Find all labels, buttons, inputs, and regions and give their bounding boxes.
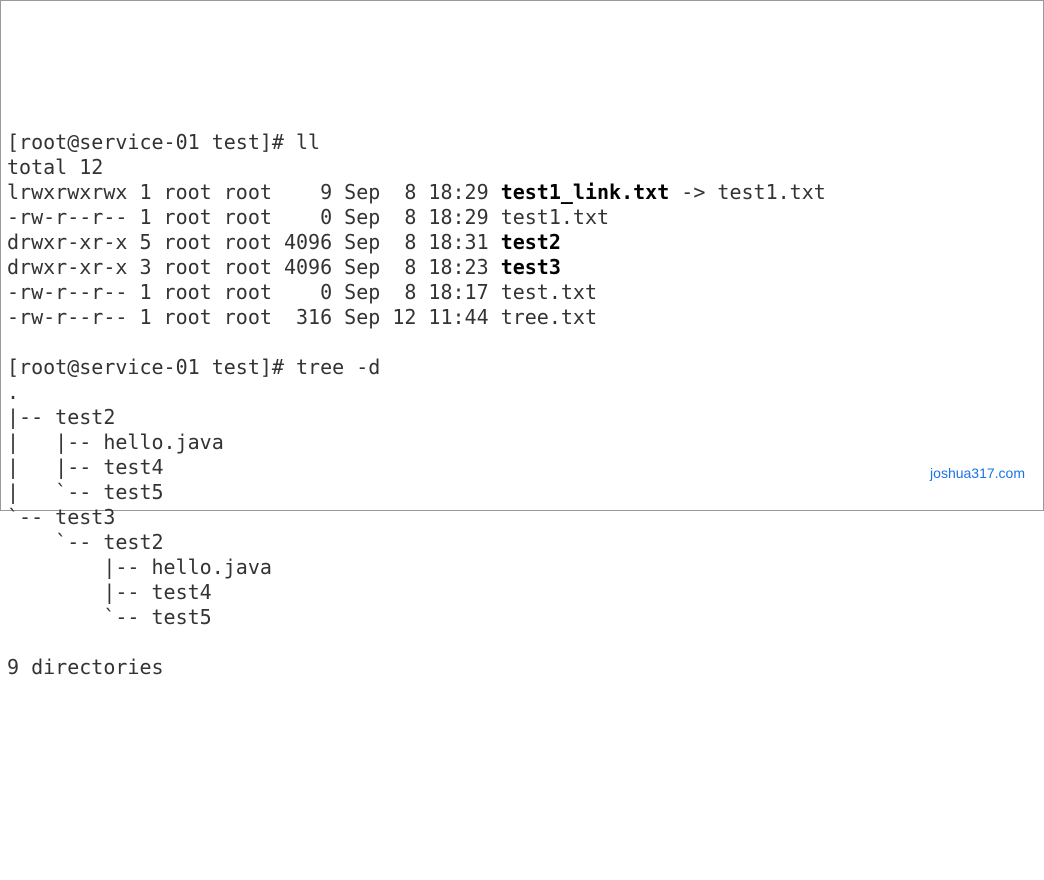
command-tree: tree -d [296, 355, 380, 379]
tree-row: |-- test2 [7, 405, 115, 429]
terminal-output: [root@service-01 test]# ll total 12 lrwx… [7, 105, 1037, 705]
ll-row: lrwxrwxrwx 1 root root 9 Sep 8 18:29 tes… [7, 180, 826, 204]
prompt-line-2: [root@service-01 test]# tree -d [7, 355, 380, 379]
tree-row: 9 directories [7, 655, 164, 679]
tree-row: | `-- test5 [7, 480, 164, 504]
total-line: total 12 [7, 155, 103, 179]
file-name: tree.txt [501, 305, 597, 329]
tree-row: | |-- test4 [7, 455, 164, 479]
ll-row: drwxr-xr-x 3 root root 4096 Sep 8 18:23 … [7, 255, 561, 279]
ll-listing: lrwxrwxrwx 1 root root 9 Sep 8 18:29 tes… [7, 180, 1037, 330]
watermark: joshua317.com [930, 465, 1025, 483]
tree-row: `-- test5 [7, 605, 212, 629]
ll-row: -rw-r--r-- 1 root root 0 Sep 8 18:17 tes… [7, 280, 597, 304]
prompt-line-1: [root@service-01 test]# ll [7, 130, 320, 154]
file-name: test2 [501, 230, 561, 254]
shell-prompt: [root@service-01 test]# [7, 355, 296, 379]
file-name: test3 [501, 255, 561, 279]
shell-prompt: [root@service-01 test]# [7, 130, 296, 154]
tree-row: |-- hello.java [7, 555, 272, 579]
tree-row: . [7, 380, 19, 404]
tree-listing: . |-- test2 | |-- hello.java | |-- test4… [7, 380, 1037, 680]
file-name: test1_link.txt [501, 180, 670, 204]
ll-row: -rw-r--r-- 1 root root 0 Sep 8 18:29 tes… [7, 205, 609, 229]
tree-row: | |-- hello.java [7, 430, 224, 454]
ll-row: drwxr-xr-x 5 root root 4096 Sep 8 18:31 … [7, 230, 561, 254]
ll-row: -rw-r--r-- 1 root root 316 Sep 12 11:44 … [7, 305, 597, 329]
file-name: test.txt [501, 280, 597, 304]
tree-row: `-- test2 [7, 530, 164, 554]
tree-row: `-- test3 [7, 505, 115, 529]
command-ll: ll [296, 130, 320, 154]
tree-row: |-- test4 [7, 580, 212, 604]
file-name: test1.txt [501, 205, 609, 229]
